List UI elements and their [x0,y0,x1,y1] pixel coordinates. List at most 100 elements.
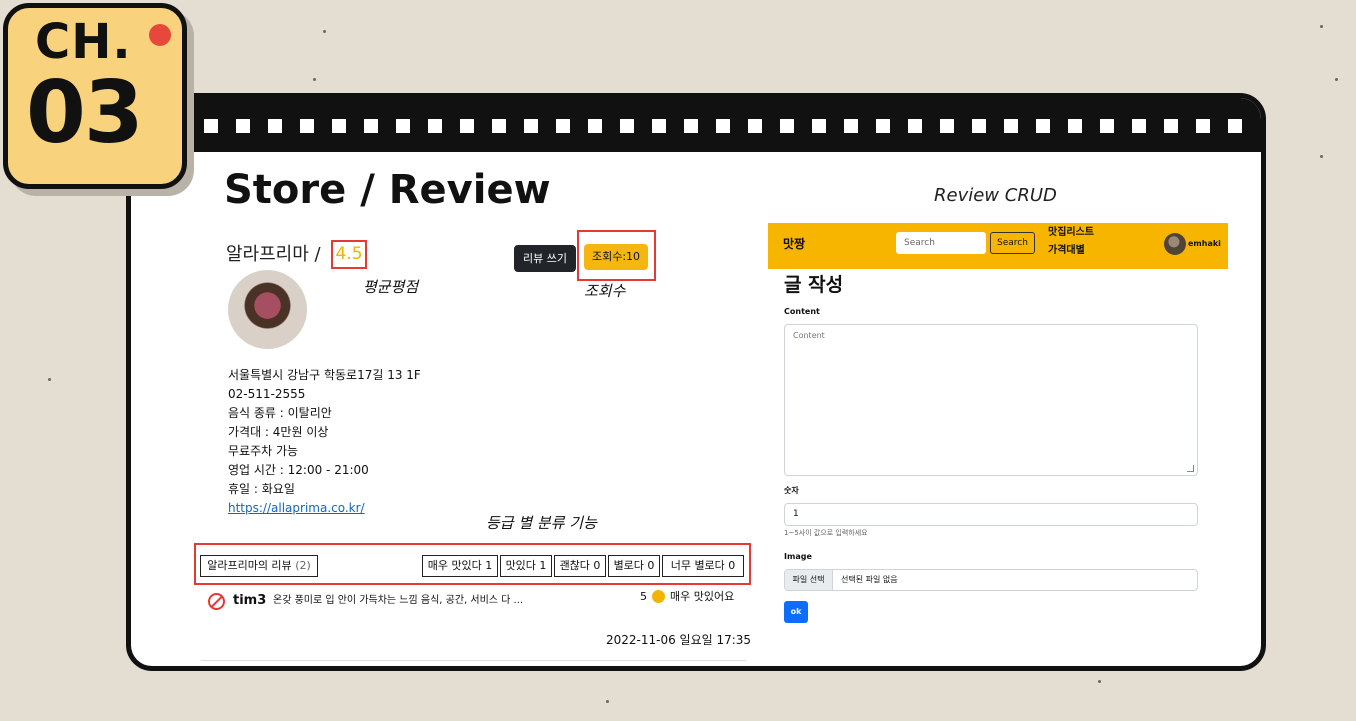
store-hours: 영업 시간 : 12:00 - 21:00 [228,463,369,477]
filmstrip-hole [364,119,378,133]
filmstrip-hole [844,119,858,133]
average-rating: 4.5 [331,240,367,269]
nav-username[interactable]: emhaki [1188,240,1221,248]
content-textarea[interactable]: Content [784,324,1198,476]
reviews-header-button[interactable]: 알라프리마의 리뷰 (2) [200,555,318,577]
annotation-avg-rating: 평균평점 [363,278,419,296]
filter-tab-tasty[interactable]: 맛있다 1 [500,555,552,577]
chapter-badge: CH. 03 [3,3,187,189]
filmstrip-hole [908,119,922,133]
store-address: 서울특별시 강남구 학동로17길 13 1F [228,368,421,382]
filmstrip-hole [748,119,762,133]
slide-frame: Store / Review Review CRUD 알라프리마 / 4.5 평… [126,93,1266,671]
store-closed-day: 휴일 : 화요일 [228,482,295,496]
nav-item-by-price[interactable]: 가격대별 [1048,246,1085,256]
filmstrip-hole [332,119,346,133]
filmstrip-hole [620,119,634,133]
slide-title: Store / Review [224,167,551,213]
filmstrip-hole [556,119,570,133]
filmstrip-hole [876,119,890,133]
filmstrip-hole [1164,119,1178,133]
write-review-button[interactable]: 리뷰 쓰기 [514,245,576,272]
chapter-number: 03 [26,63,144,163]
filmstrip-hole [652,119,666,133]
image-label: Image [784,552,812,561]
annotation-grade-filter: 등급 별 분류 기능 [486,514,597,532]
filmstrip-hole [588,119,602,133]
chapter-label: CH. [35,14,132,70]
filmstrip-hole [780,119,794,133]
review-score: 5 [640,590,647,603]
store-price-range: 가격대 : 4만원 이상 [228,425,329,439]
brand-logo[interactable]: 맛짱 [783,238,805,250]
heart-eyes-emoji-icon [652,590,665,603]
background-speck [1320,155,1323,158]
background-speck [313,78,316,81]
crud-caption: Review CRUD [934,185,1057,206]
reviews-header-label: 알라프리마의 리뷰 [207,559,292,572]
store-photo [228,270,307,349]
filmstrip-hole [524,119,538,133]
background-speck [606,700,609,703]
filmstrip-hole [300,119,314,133]
content-label: Content [784,307,820,316]
filmstrip-hole [1004,119,1018,133]
filmstrip-hole [812,119,826,133]
file-status: 선택된 파일 없음 [841,575,898,584]
views-highlight-box: 조회수:10 [577,230,656,281]
filter-tab-very-bad[interactable]: 너무 별로다 0 [662,555,744,577]
filmstrip-hole [1228,119,1242,133]
background-speck [48,378,51,381]
review-item[interactable]: tim3 온갖 풍미로 입 안이 가득차는 느낌 음식, 공간, 서비스 다 .… [208,590,748,621]
search-button[interactable]: Search [990,232,1035,254]
filmstrip-hole [716,119,730,133]
number-label: 숫자 [784,486,799,495]
record-dot-icon [149,24,171,46]
filmstrip-hole [940,119,954,133]
review-username[interactable]: tim3 [233,594,266,607]
filmstrip-hole [1100,119,1114,133]
filmstrip-hole [1036,119,1050,133]
review-grade-label: 매우 맛있어요 [670,590,735,603]
no-avatar-icon [208,593,225,610]
filmstrip-hole [236,119,250,133]
background-speck [1098,680,1101,683]
background-speck [323,30,326,33]
filmstrip-hole [204,119,218,133]
filmstrip-hole [396,119,410,133]
nav-item-restaurant-list[interactable]: 맛집리스트 [1048,228,1094,238]
store-info: 서울특별시 강남구 학동로17길 13 1F 02-511-2555 음식 종류… [228,366,421,518]
number-input[interactable]: 1 [784,503,1198,526]
search-input[interactable]: Search [896,232,986,254]
submit-button[interactable]: ok [784,601,808,623]
filmstrip-hole [1068,119,1082,133]
filmstrip-hole [268,119,282,133]
filter-tab-bad[interactable]: 별로다 0 [608,555,660,577]
number-help-text: 1~5사이 값으로 입력하세요 [784,529,868,537]
avatar[interactable] [1164,233,1186,255]
annotation-views: 조회수 [584,282,626,300]
image-file-input[interactable]: 파일 선택 선택된 파일 없음 [784,569,1198,591]
store-phone: 02-511-2555 [228,387,306,401]
store-cuisine: 음식 종류 : 이탈리안 [228,406,332,420]
filmstrip-hole [1196,119,1210,133]
review-date: 2022-11-06 일요일 17:35 [606,633,752,647]
background-speck [1335,78,1338,81]
filmstrip-hole [492,119,506,133]
file-select-button[interactable]: 파일 선택 [785,570,833,590]
store-parking: 무료주차 가능 [228,444,299,458]
review-text[interactable]: 온갖 풍미로 입 안이 가득차는 느낌 음식, 공간, 서비스 다 ... [273,596,523,606]
views-button[interactable]: 조회수:10 [584,244,648,270]
background-speck [1320,25,1323,28]
filmstrip-bar [131,98,1261,152]
divider [201,660,746,661]
filmstrip-hole [1132,119,1146,133]
filmstrip-hole [684,119,698,133]
navbar: 맛짱 Search Search 맛집리스트 가격대별 emhaki [768,223,1228,269]
store-name: 알라프리마 / [226,244,321,265]
filter-tab-very-tasty[interactable]: 매우 맛있다 1 [422,555,498,577]
filmstrip-hole [428,119,442,133]
filter-tab-okay[interactable]: 괜찮다 0 [554,555,606,577]
store-website-link[interactable]: https://allaprima.co.kr/ [228,499,421,518]
reviews-count: (2) [295,559,311,572]
